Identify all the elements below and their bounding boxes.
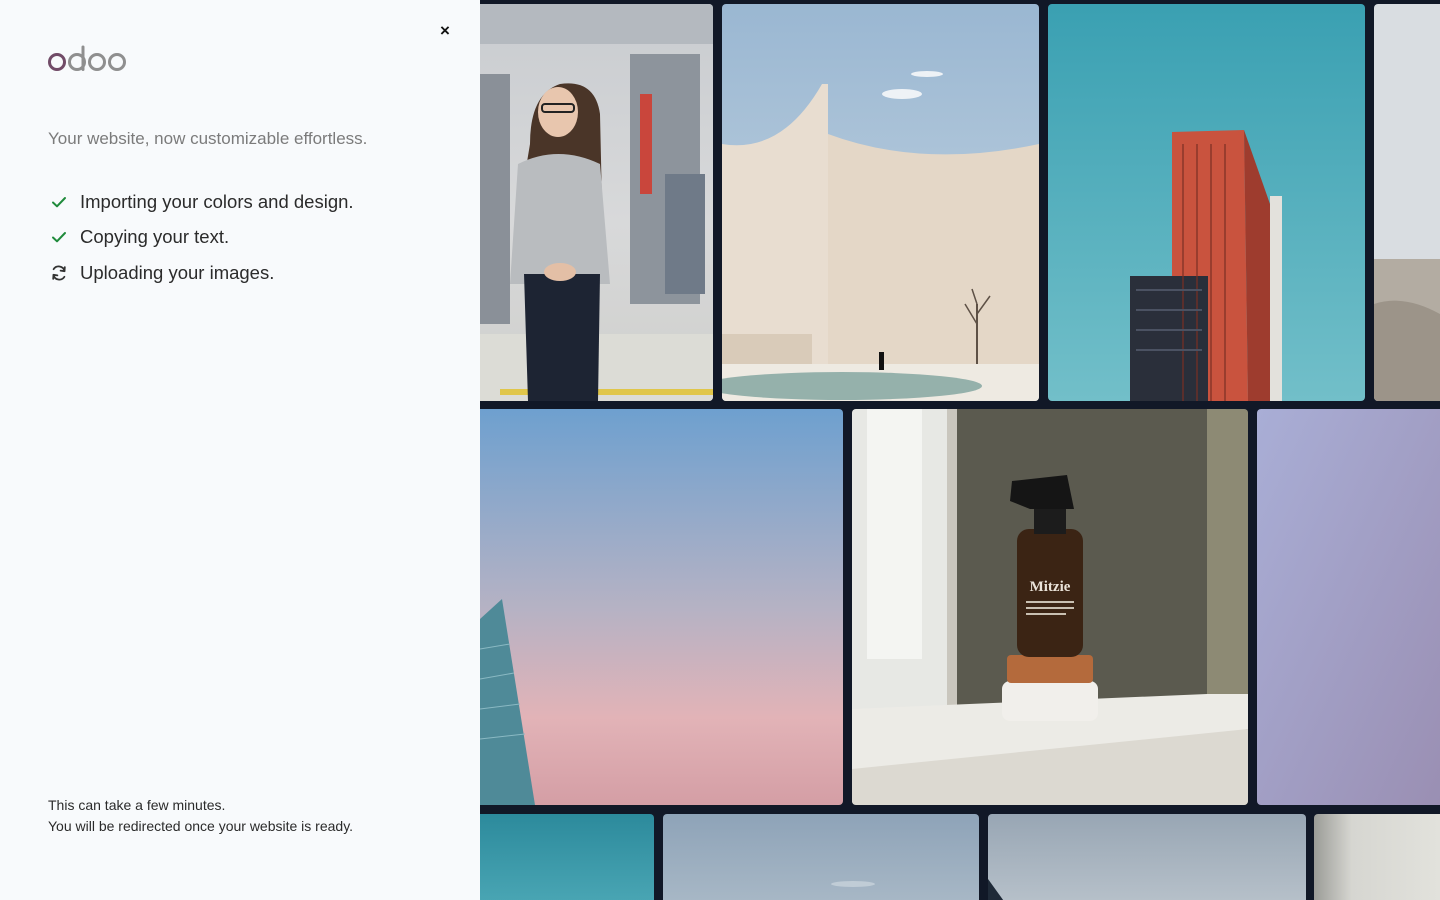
curved-wall-architecture-image	[722, 4, 1039, 401]
overcast-sky-image	[988, 814, 1306, 900]
lavender-gradient-image	[1257, 409, 1440, 805]
import-steps-list: Importing your colors and design. Copyin…	[48, 184, 354, 291]
step-label: Importing your colors and design.	[80, 190, 354, 212]
odoo-logo	[48, 45, 126, 71]
close-button[interactable]: ×	[434, 20, 456, 42]
image-gallery: Mitzie	[480, 0, 1440, 900]
step-upload-images: Uploading your images.	[48, 255, 354, 291]
desert-landscape-image	[1374, 4, 1440, 401]
step-label: Uploading your images.	[80, 261, 275, 283]
pale-gray-image	[1314, 814, 1440, 900]
step-copy-text: Copying your text.	[48, 220, 354, 256]
pastel-sky-skyscraper-image	[480, 409, 843, 805]
woman-in-factory-image	[480, 4, 713, 401]
spray-bottle-product-image: Mitzie	[852, 409, 1248, 805]
gray-sky-image	[663, 814, 979, 900]
teal-sky-image	[480, 814, 654, 900]
check-icon	[48, 226, 70, 248]
import-progress-panel: × Your website, now customizable effortl…	[0, 0, 480, 900]
tagline: Your website, now customizable effortles…	[48, 129, 368, 148]
refresh-icon	[48, 262, 70, 284]
step-import-colors: Importing your colors and design.	[48, 184, 354, 220]
footer-line-redirect: You will be redirected once your website…	[48, 818, 354, 834]
product-label: Mitzie	[1030, 579, 1071, 595]
red-tower-building-image	[1048, 4, 1365, 401]
footer-note: This can take a few minutes. You will be…	[48, 795, 353, 837]
footer-line-duration: This can take a few minutes.	[48, 797, 226, 813]
step-label: Copying your text.	[80, 226, 230, 248]
check-icon	[48, 191, 70, 213]
